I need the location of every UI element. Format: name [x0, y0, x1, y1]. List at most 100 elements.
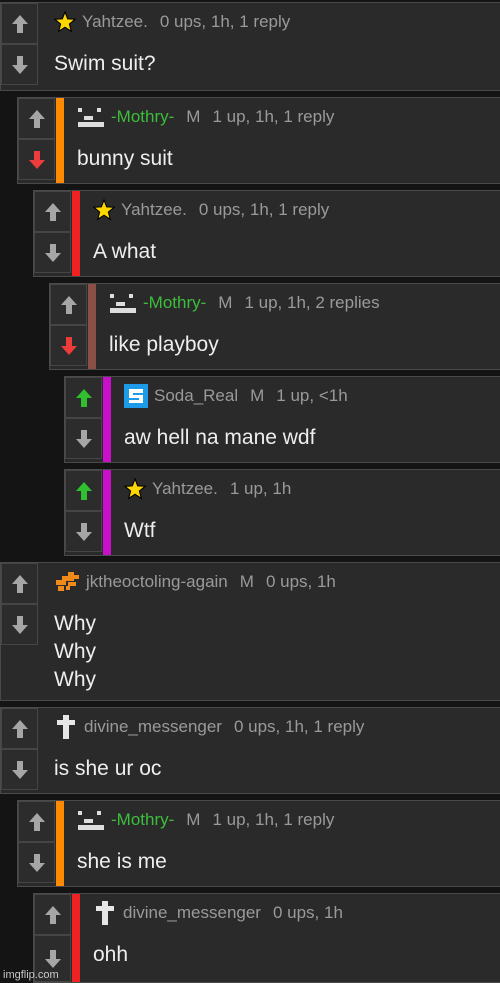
- comment-stats: 0 ups, 1h: [272, 903, 343, 922]
- downvote-button[interactable]: [18, 842, 55, 883]
- upvote-button[interactable]: [18, 801, 55, 842]
- username[interactable]: Yahtzee.: [152, 479, 218, 499]
- comment: -Mothry- M 1 up, 1h, 2 replies like play…: [49, 283, 500, 370]
- username[interactable]: jktheoctoling-again: [86, 572, 228, 592]
- cross-icon: [93, 900, 117, 926]
- comment-line: she is me: [77, 850, 167, 873]
- down-arrow-icon: [60, 336, 77, 355]
- down-arrow-icon: [11, 760, 28, 779]
- downvote-button[interactable]: [1, 749, 38, 790]
- orange-octoling-icon: [54, 571, 80, 593]
- mod-badge: M: [250, 386, 265, 405]
- comment-content: Yahtzee. 1 up, 1h Wtf: [124, 470, 500, 555]
- comment-text: is she ur oc: [54, 755, 161, 783]
- comment-meta: divine_messenger 0 ups, 1h, 1 reply: [54, 715, 500, 739]
- vote-controls: [50, 284, 88, 369]
- downvote-button[interactable]: [1, 604, 38, 645]
- downvote-button[interactable]: [18, 139, 55, 180]
- watermark: imgflip.com: [3, 969, 59, 981]
- comment-line: Why: [54, 612, 96, 635]
- comment: Yahtzee. 0 ups, 1h, 1 reply Swim suit?: [0, 2, 500, 91]
- comment-line: A what: [93, 240, 157, 263]
- comment-meta: Yahtzee. 0 ups, 1h, 1 reply: [93, 199, 500, 221]
- username[interactable]: Yahtzee.: [121, 200, 187, 220]
- comment-content: -Mothry- M 1 up, 1h, 1 reply she is me: [77, 801, 500, 886]
- upvote-button[interactable]: [1, 3, 38, 44]
- comment: Yahtzee. 1 up, 1h Wtf: [64, 469, 500, 556]
- comment: -Mothry- M 1 up, 1h, 1 reply bunny suit: [17, 97, 500, 184]
- username[interactable]: -Mothry-: [111, 810, 174, 830]
- comment-text: Why Why Why: [54, 610, 96, 694]
- username[interactable]: Soda_Real: [154, 386, 238, 406]
- comment-text: Wtf: [124, 517, 156, 545]
- downvote-button[interactable]: [65, 511, 102, 552]
- comment: Yahtzee. 0 ups, 1h, 1 reply A what: [33, 190, 500, 277]
- comment-text: ohh: [93, 941, 128, 969]
- down-arrow-icon: [44, 243, 61, 262]
- comment-text: she is me: [77, 848, 167, 876]
- comment-content: Yahtzee. 0 ups, 1h, 1 reply A what: [93, 191, 500, 276]
- comment-text: like playboy: [109, 331, 219, 359]
- down-arrow-icon: [28, 853, 45, 872]
- down-arrow-icon: [28, 150, 45, 169]
- comment: jktheoctoling-again M 0 ups, 1h Why Why …: [0, 562, 500, 701]
- pixel-face-icon: [109, 292, 137, 314]
- upvote-button[interactable]: [34, 894, 71, 935]
- mod-badge: M: [186, 107, 201, 126]
- upvote-button[interactable]: [34, 191, 71, 232]
- comment-text: aw hell na mane wdf: [124, 424, 315, 452]
- vote-controls: [1, 3, 39, 90]
- pixel-face-icon: [77, 809, 105, 831]
- comment-text: A what: [93, 238, 156, 266]
- star-icon: [124, 478, 146, 500]
- up-arrow-icon: [60, 295, 77, 314]
- upvote-button[interactable]: [18, 98, 55, 139]
- downvote-button[interactable]: [34, 232, 71, 273]
- comment-meta: Yahtzee. 1 up, 1h: [124, 478, 500, 500]
- comment-stats: 1 up, 1h: [229, 479, 292, 498]
- vote-controls: [34, 191, 72, 276]
- username[interactable]: Yahtzee.: [82, 12, 148, 32]
- downvote-button[interactable]: [50, 325, 87, 366]
- comment-content: jktheoctoling-again M 0 ups, 1h Why Why …: [54, 563, 500, 700]
- comment: -Mothry- M 1 up, 1h, 1 reply she is me: [17, 800, 500, 887]
- comment-content: Yahtzee. 0 ups, 1h, 1 reply Swim suit?: [54, 3, 500, 90]
- up-arrow-icon: [11, 574, 28, 593]
- comment-line: Why: [54, 640, 96, 663]
- up-arrow-icon: [75, 388, 92, 407]
- upvote-button[interactable]: [65, 377, 102, 418]
- vote-controls: [18, 98, 56, 183]
- username[interactable]: divine_messenger: [123, 903, 261, 923]
- comment-meta: -Mothry- M 1 up, 1h, 1 reply: [77, 810, 500, 830]
- upvote-button[interactable]: [50, 284, 87, 325]
- downvote-button[interactable]: [65, 418, 102, 459]
- upvote-button[interactable]: [1, 563, 38, 604]
- vote-controls: [65, 470, 103, 555]
- up-arrow-icon: [28, 109, 45, 128]
- comment-content: -Mothry- M 1 up, 1h, 1 reply bunny suit: [77, 98, 500, 183]
- vote-controls: [65, 377, 103, 462]
- up-arrow-icon: [44, 905, 61, 924]
- upvote-button[interactable]: [1, 708, 38, 749]
- comment: divine_messenger 0 ups, 1h, 1 reply is s…: [0, 707, 500, 794]
- comment-line: bunny suit: [77, 147, 173, 170]
- username[interactable]: -Mothry-: [111, 107, 174, 127]
- up-arrow-icon: [28, 812, 45, 831]
- mod-badge: M: [218, 293, 233, 312]
- username[interactable]: -Mothry-: [143, 293, 206, 313]
- username[interactable]: divine_messenger: [84, 717, 222, 737]
- vote-controls: [18, 801, 56, 886]
- comment-content: divine_messenger 0 ups, 1h, 1 reply is s…: [54, 708, 500, 793]
- upvote-button[interactable]: [65, 470, 102, 511]
- comment-text: bunny suit: [77, 145, 173, 173]
- thread-bar: [56, 98, 64, 183]
- mod-badge: M: [186, 810, 201, 829]
- comment-meta: jktheoctoling-again M 0 ups, 1h: [54, 572, 500, 592]
- comment-stats: 0 ups, 1h, 1 reply: [233, 717, 365, 736]
- thread-bar: [103, 377, 111, 462]
- downvote-button[interactable]: [1, 44, 38, 85]
- down-arrow-icon: [11, 615, 28, 634]
- comment-content: Soda_Real M 1 up, <1h aw hell na mane wd…: [124, 377, 500, 462]
- comment-stats: 1 up, 1h, 1 reply: [212, 107, 335, 126]
- comment-line: like playboy: [109, 333, 219, 356]
